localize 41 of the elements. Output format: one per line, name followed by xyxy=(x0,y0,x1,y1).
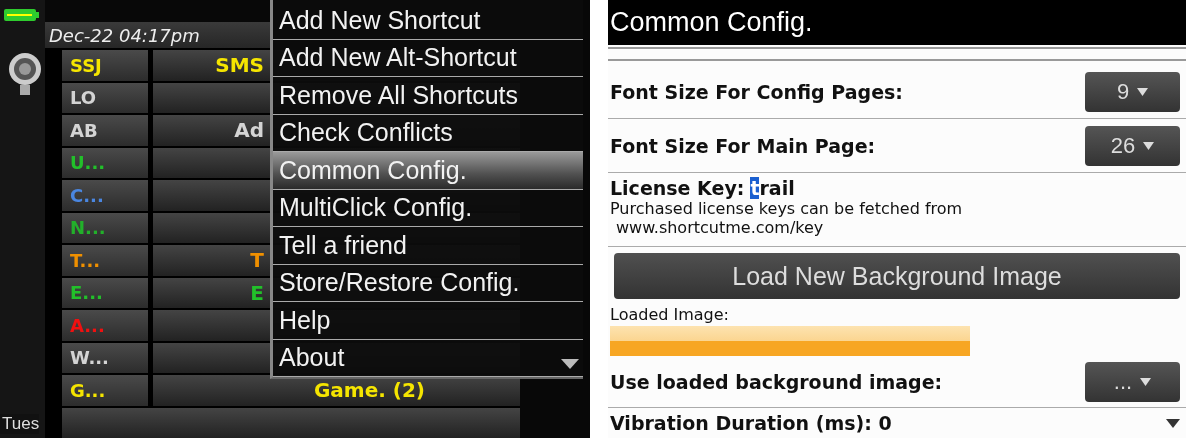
menu-item[interactable]: Help xyxy=(273,302,583,340)
shortcut-key[interactable]: AB xyxy=(62,115,148,146)
menu-item[interactable]: Store/Restore Config. xyxy=(273,264,583,302)
setting-label: Font Size For Config Pages: xyxy=(610,80,903,103)
load-background-button[interactable]: Load New Background Image xyxy=(614,253,1180,299)
shortcut-key[interactable]: N... xyxy=(62,212,148,243)
page-title: Common Config. xyxy=(608,0,1186,45)
dropdown-arrow-icon xyxy=(1137,87,1149,96)
speaker-icon xyxy=(8,52,42,98)
setting-label: Vibration Duration (ms): 0 xyxy=(610,412,892,434)
date-time: Dec-22 04:17pm xyxy=(49,24,200,46)
day-label: Tues xyxy=(0,414,40,434)
shortcut-key[interactable]: E... xyxy=(62,277,148,308)
shortcut-key[interactable]: SSJ xyxy=(62,50,148,81)
shortcut-key[interactable]: G... xyxy=(62,375,148,406)
license-key-field[interactable]: trail xyxy=(750,177,795,199)
battery-icon xyxy=(4,8,40,22)
dropdown-button[interactable]: 9 xyxy=(1085,71,1180,112)
menu-item[interactable]: Common Config. xyxy=(273,152,583,190)
shortcut-key[interactable]: T... xyxy=(62,245,148,276)
menu-item[interactable]: Add New Alt-Shortcut xyxy=(273,39,583,77)
dropdown-button[interactable]: 26 xyxy=(1085,125,1180,166)
loaded-image-label: Loaded Image: xyxy=(610,305,730,324)
shortcut-key[interactable]: LO xyxy=(62,82,148,113)
setting-label: Use loaded background image: xyxy=(610,371,943,393)
setting-label: Font Size For Main Page: xyxy=(610,134,876,157)
shortcut-label[interactable]: Game. (2) xyxy=(153,375,520,406)
scroll-down-icon xyxy=(561,359,579,369)
menu-item[interactable]: MultiClick Config. xyxy=(273,189,583,227)
menu-item[interactable]: Remove All Shortcuts xyxy=(273,77,583,115)
menu-item[interactable]: Add New Shortcut xyxy=(273,2,583,40)
menu-item[interactable]: Tell a friend xyxy=(273,227,583,265)
scroll-down-icon xyxy=(1166,418,1180,428)
dropdown-button[interactable]: ... xyxy=(1085,362,1180,402)
shortcut-key[interactable]: W... xyxy=(62,342,148,373)
setting-label: License Key: xyxy=(610,177,745,199)
dropdown-arrow-icon xyxy=(1143,141,1155,150)
dropdown-arrow-icon xyxy=(1140,378,1152,386)
license-note: Purchased license keys can be fetched from xyxy=(610,199,964,218)
shortcut-key[interactable]: U... xyxy=(62,147,148,178)
license-url-link[interactable]: www.shortcutme.com/key xyxy=(610,218,1184,237)
